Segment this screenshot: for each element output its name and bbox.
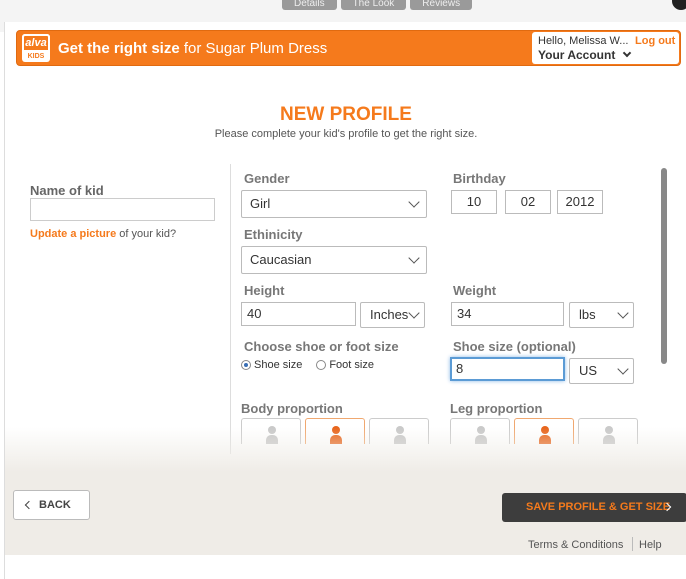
ethnicity-value: Caucasian: [250, 252, 312, 267]
logo-sub: KIDS: [27, 53, 45, 60]
footer-separator: [632, 537, 633, 551]
chevron-down-icon: [622, 48, 631, 58]
column-divider: [230, 164, 231, 454]
name-of-kid-label: Name of kid: [30, 183, 104, 198]
background-tab-details: Details: [282, 0, 337, 10]
your-account-label: Your Account: [538, 48, 616, 62]
weight-unit-select[interactable]: lbs: [569, 302, 634, 328]
header-title-rest: for Sugar Plum Dress: [179, 40, 328, 57]
update-picture-rest: of your kid?: [116, 228, 177, 240]
save-profile-button-label: SAVE PROFILE & GET SIZE: [526, 501, 671, 513]
alva-kids-logo: alva KIDS: [22, 34, 50, 62]
birthday-day-input[interactable]: 02: [505, 190, 551, 214]
chevron-down-icon: [408, 196, 420, 208]
shoe-size-unit-value: US: [579, 363, 598, 378]
form-scrollbar[interactable]: [661, 168, 667, 364]
page-title: NEW PROFILE: [280, 104, 412, 125]
save-profile-button[interactable]: SAVE PROFILE & GET SIZE: [502, 493, 686, 522]
help-link[interactable]: Help: [639, 539, 662, 551]
gender-select[interactable]: Girl: [241, 190, 427, 218]
shoe-size-option-label: Shoe size: [254, 359, 303, 371]
chevron-down-icon: [617, 363, 629, 375]
birthday-label: Birthday: [453, 171, 506, 186]
height-unit-select[interactable]: Inches: [360, 302, 425, 328]
account-box: Hello, Melissa W... Log out Your Account: [532, 32, 679, 64]
header-title-bold: Get the right size: [58, 40, 180, 57]
shoe-size-input[interactable]: 8: [450, 357, 565, 381]
foot-size-radio[interactable]: [316, 360, 327, 370]
leg-proportion-label: Leg proportion: [450, 401, 543, 416]
your-account-menu[interactable]: Your Account: [538, 48, 631, 62]
chevron-down-icon: [617, 307, 629, 319]
height-unit-value: Inches: [370, 307, 409, 322]
back-button[interactable]: BACK: [13, 490, 90, 520]
birthday-year-input[interactable]: 2012: [557, 190, 603, 214]
background-tabs: Details The Look Reviews: [282, 0, 473, 10]
footer-bar: [5, 555, 686, 579]
height-label: Height: [244, 283, 285, 298]
chevron-down-icon: [408, 307, 420, 319]
birthday-month-input[interactable]: 10: [451, 190, 497, 214]
body-proportion-label: Body proportion: [241, 401, 343, 416]
background-tab-the-look: The Look: [340, 0, 407, 10]
shoe-size-label: Shoe size (optional): [453, 339, 576, 354]
footer-fade: [5, 427, 686, 555]
chevron-left-icon: [24, 500, 34, 510]
foot-size-option-label: Foot size: [329, 359, 374, 371]
greeting-text: Hello, Melissa W...: [538, 35, 629, 47]
weight-unit-value: lbs: [579, 307, 596, 322]
chevron-down-icon: [408, 252, 420, 264]
shoe-choice-label: Choose shoe or foot size: [244, 339, 399, 354]
shoe-choice-radios: Shoe size Foot size: [241, 359, 374, 371]
modal-header: alva KIDS Get the right size for Sugar P…: [16, 30, 681, 66]
update-picture-link[interactable]: Update a picture: [30, 228, 116, 240]
back-button-label: BACK: [39, 499, 71, 511]
shoe-size-radio[interactable]: [241, 360, 251, 370]
ethnicity-label: Ethinicity: [244, 227, 303, 242]
weight-input[interactable]: 34: [451, 302, 564, 326]
header-title: Get the right size for Sugar Plum Dress: [58, 40, 327, 57]
gender-label: Gender: [244, 171, 290, 186]
logout-link[interactable]: Log out: [635, 35, 675, 47]
logo-word: alva: [22, 34, 50, 52]
ethnicity-select[interactable]: Caucasian: [241, 246, 427, 274]
shoe-size-unit-select[interactable]: US: [569, 358, 634, 384]
size-profile-modal: alva KIDS Get the right size for Sugar P…: [4, 22, 686, 579]
terms-link[interactable]: Terms & Conditions: [528, 539, 623, 551]
gender-value: Girl: [250, 196, 271, 211]
page-subtitle: Please complete your kid's profile to ge…: [214, 128, 478, 140]
name-of-kid-input[interactable]: [30, 198, 215, 221]
height-input[interactable]: 40: [241, 302, 356, 326]
weight-label: Weight: [453, 283, 497, 298]
update-picture-line: Update a picture of your kid?: [30, 228, 176, 240]
background-tab-reviews: Reviews: [410, 0, 473, 10]
